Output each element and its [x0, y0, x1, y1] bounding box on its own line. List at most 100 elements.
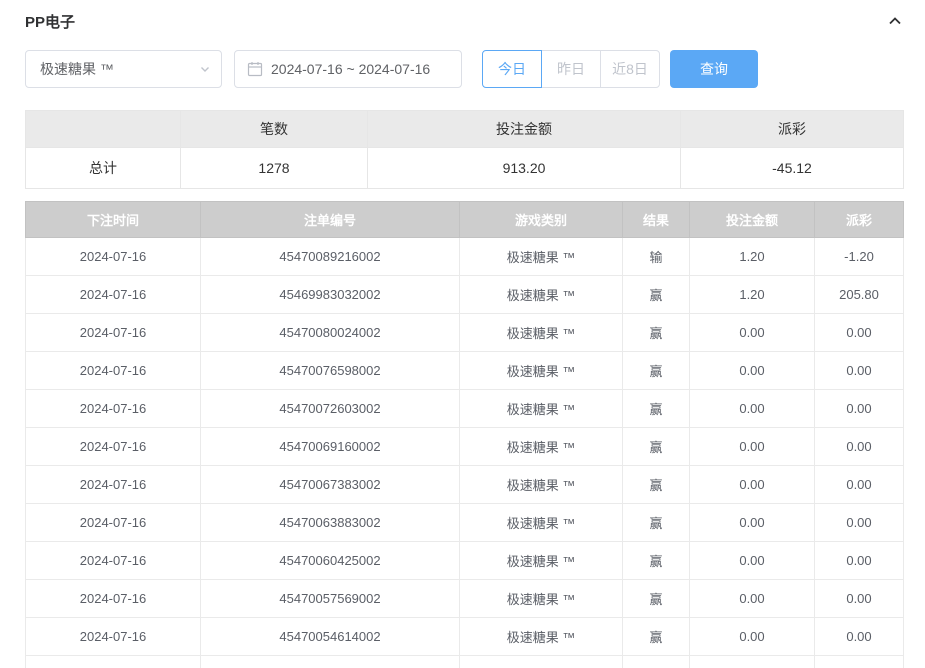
game-select-value: 极速糖果 ™: [40, 59, 114, 79]
cell-bet-amount: 0.00: [690, 390, 815, 428]
quick-date-button-last8days[interactable]: 近8日: [600, 50, 660, 88]
cell-bet-time: 2024-07-16: [26, 238, 201, 276]
cell-result: 赢: [623, 390, 690, 428]
col-header-bet-amount: 投注金额: [690, 202, 815, 238]
col-header-payout: 派彩: [815, 202, 904, 238]
cell-bet-amount: 1.20: [690, 238, 815, 276]
quick-date-buttons: 今日 昨日 近8日: [482, 50, 660, 88]
cell-game-type: 极速糖果 ™: [460, 504, 623, 542]
col-header-game-type: 游戏类别: [460, 202, 623, 238]
col-header-bet-time: 下注时间: [26, 202, 201, 238]
cell-bet-time: 2024-07-16: [26, 428, 201, 466]
table-row: 2024-07-16 45470060425002 极速糖果 ™ 赢 0.00 …: [26, 542, 904, 580]
cell-bet-amount: 0.00: [690, 352, 815, 390]
cell-game-type: 极速糖果 ™: [460, 466, 623, 504]
cell-payout: 0.00: [815, 428, 904, 466]
summary-header-bet-amount: 投注金额: [368, 111, 681, 148]
cell-bet-id: 45470076598002: [201, 352, 460, 390]
cell-result: 赢: [623, 352, 690, 390]
cell-bet-amount: 0.00: [690, 314, 815, 352]
summary-total-bet-amount: 913.20: [368, 148, 681, 189]
page-title: PP电子: [25, 11, 75, 32]
cell-result: 赢: [623, 276, 690, 314]
cell-bet-amount: 0.00: [690, 618, 815, 656]
cell-payout: 0.00: [815, 542, 904, 580]
cell-result: 赢: [623, 314, 690, 352]
query-button[interactable]: 查询: [670, 50, 758, 88]
cell-result: 赢: [623, 428, 690, 466]
cell-bet-amount: 0.00: [690, 542, 815, 580]
summary-header-row: 笔数 投注金额 派彩: [26, 111, 904, 148]
cell-result: 赢: [623, 580, 690, 618]
cell-bet-amount: 0.00: [690, 504, 815, 542]
cell-payout: 205.80: [815, 276, 904, 314]
cell-bet-id: [201, 656, 460, 668]
cell-bet-id: 45470072603002: [201, 390, 460, 428]
quick-date-button-today[interactable]: 今日: [482, 50, 542, 88]
bet-table-body: 2024-07-16 45470089216002 极速糖果 ™ 输 1.20 …: [26, 238, 904, 668]
summary-total-count: 1278: [181, 148, 368, 189]
cell-bet-time: [26, 656, 201, 668]
cell-game-type: 极速糖果 ™: [460, 276, 623, 314]
cell-result: 赢: [623, 618, 690, 656]
cell-bet-id: 45470089216002: [201, 238, 460, 276]
cell-payout: -1.20: [815, 238, 904, 276]
table-row: 2024-07-16 45470057569002 极速糖果 ™ 赢 0.00 …: [26, 580, 904, 618]
cell-bet-time: 2024-07-16: [26, 390, 201, 428]
cell-game-type: 极速糖果 ™: [460, 428, 623, 466]
cell-bet-amount: [690, 656, 815, 668]
cell-bet-id: 45470067383002: [201, 466, 460, 504]
cell-payout: 0.00: [815, 618, 904, 656]
cell-bet-time: 2024-07-16: [26, 580, 201, 618]
cell-bet-id: 45470069160002: [201, 428, 460, 466]
summary-total-label: 总计: [26, 148, 181, 189]
table-row: 2024-07-16 45470080024002 极速糖果 ™ 赢 0.00 …: [26, 314, 904, 352]
cell-bet-id: 45470080024002: [201, 314, 460, 352]
date-range-input[interactable]: 2024-07-16 ~ 2024-07-16: [234, 50, 462, 88]
table-row: 2024-07-16 45470063883002 极速糖果 ™ 赢 0.00 …: [26, 504, 904, 542]
cell-payout: 0.00: [815, 352, 904, 390]
cell-bet-id: 45469983032002: [201, 276, 460, 314]
cell-bet-time: 2024-07-16: [26, 352, 201, 390]
cell-bet-time: 2024-07-16: [26, 276, 201, 314]
cell-bet-id: 45470054614002: [201, 618, 460, 656]
summary-header-count: 笔数: [181, 111, 368, 148]
date-range-value: 2024-07-16 ~ 2024-07-16: [271, 61, 430, 77]
cell-bet-time: 2024-07-16: [26, 314, 201, 352]
filter-bar: 极速糖果 ™ 2024-07-16 ~ 2024-07-16 今日 昨日: [25, 50, 903, 88]
cell-result: 赢: [623, 542, 690, 580]
cell-result: 赢: [623, 504, 690, 542]
table-row: 2024-07-16 45470067383002 极速糖果 ™ 赢 0.00 …: [26, 466, 904, 504]
cell-game-type: [460, 656, 623, 668]
table-row: 2024-07-16 45470072603002 极速糖果 ™ 赢 0.00 …: [26, 390, 904, 428]
cell-payout: 0.00: [815, 314, 904, 352]
chevron-up-icon: [887, 13, 903, 29]
cell-payout: [815, 656, 904, 668]
summary-header-payout: 派彩: [681, 111, 904, 148]
bet-table-header-row: 下注时间 注单编号 游戏类别 结果 投注金额 派彩: [26, 202, 904, 238]
cell-bet-id: 45470060425002: [201, 542, 460, 580]
cell-bet-amount: 0.00: [690, 466, 815, 504]
cell-bet-time: 2024-07-16: [26, 504, 201, 542]
table-row: 2024-07-16 45469983032002 极速糖果 ™ 赢 1.20 …: [26, 276, 904, 314]
cell-game-type: 极速糖果 ™: [460, 580, 623, 618]
game-select[interactable]: 极速糖果 ™: [25, 50, 222, 88]
bet-records-table: 下注时间 注单编号 游戏类别 结果 投注金额 派彩 2024-07-16 454…: [25, 201, 904, 668]
pp-electronic-panel: PP电子 极速糖果 ™ 2: [0, 0, 925, 668]
panel-header: PP电子: [25, 0, 903, 42]
table-row: 2024-07-16 45470069160002 极速糖果 ™ 赢 0.00 …: [26, 428, 904, 466]
table-row: 2024-07-16 45470054614002 极速糖果 ™ 赢 0.00 …: [26, 618, 904, 656]
cell-game-type: 极速糖果 ™: [460, 314, 623, 352]
calendar-icon: [247, 61, 263, 77]
collapse-button[interactable]: [887, 13, 903, 29]
summary-total-row: 总计 1278 913.20 -45.12: [26, 148, 904, 189]
chevron-down-icon: [199, 63, 211, 75]
cell-bet-amount: 0.00: [690, 428, 815, 466]
summary-table: 笔数 投注金额 派彩 总计 1278 913.20 -45.12: [25, 110, 904, 189]
cell-result: 输: [623, 238, 690, 276]
cell-bet-time: 2024-07-16: [26, 542, 201, 580]
col-header-bet-id: 注单编号: [201, 202, 460, 238]
quick-date-button-yesterday[interactable]: 昨日: [541, 50, 601, 88]
cell-bet-id: 45470057569002: [201, 580, 460, 618]
cell-payout: 0.00: [815, 466, 904, 504]
